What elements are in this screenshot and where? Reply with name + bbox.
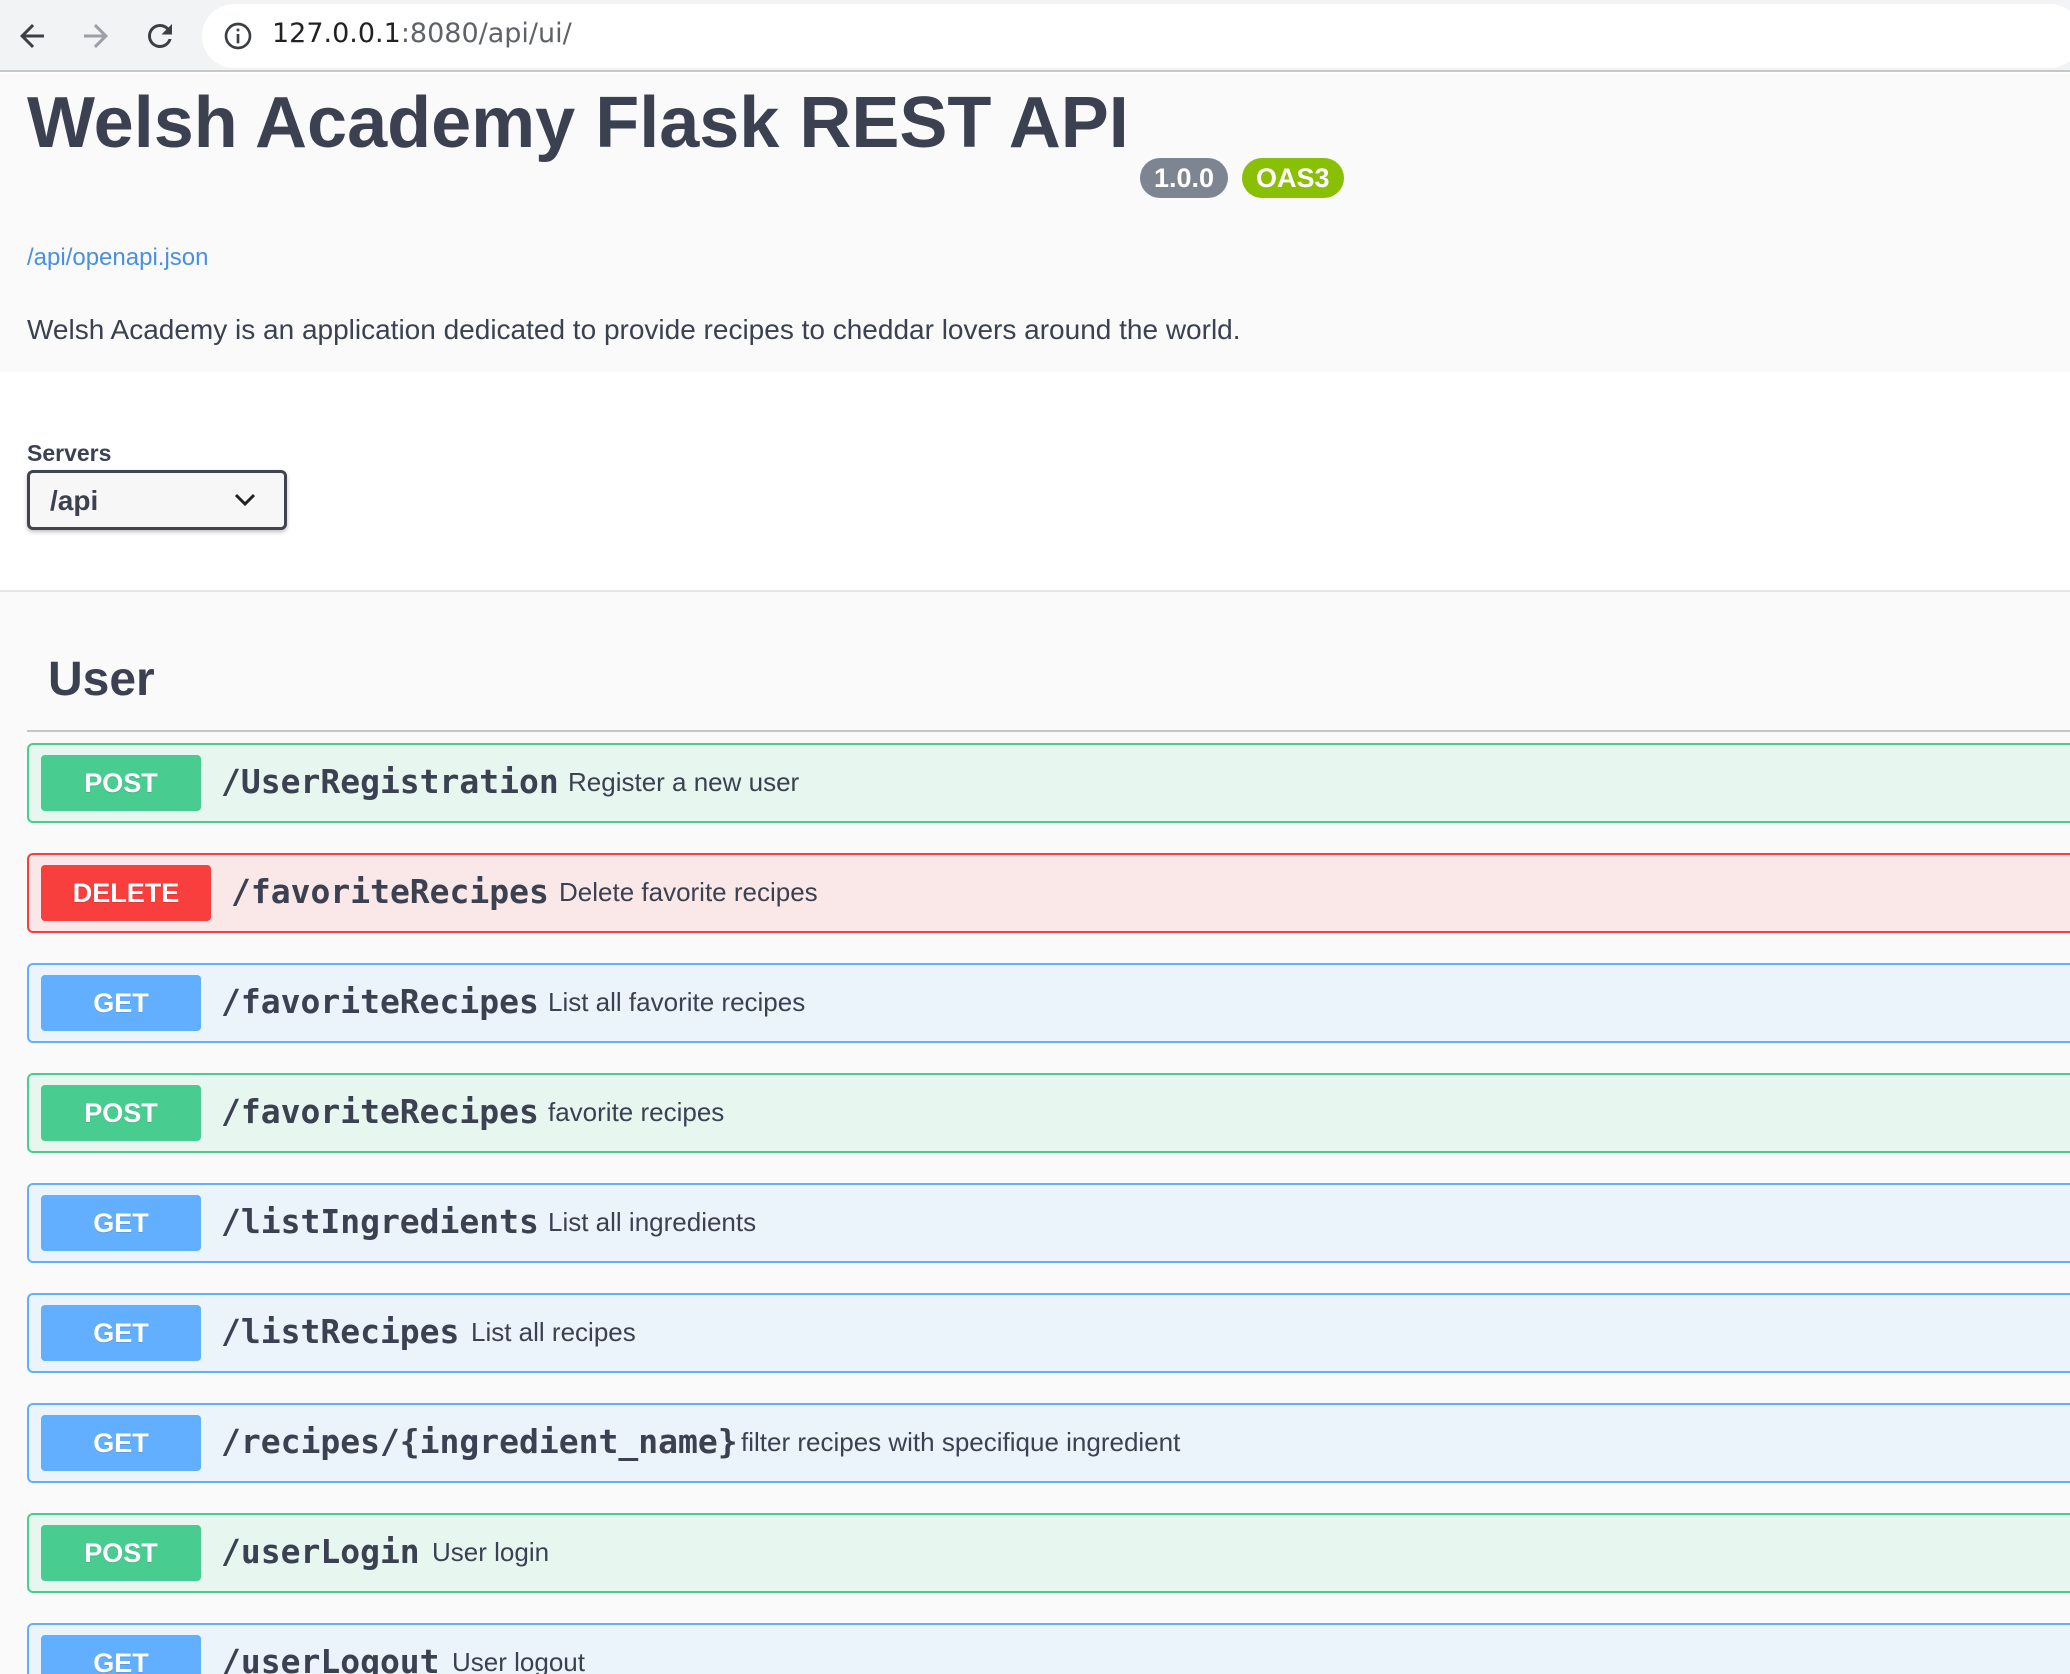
browser-toolbar: 127.0.0.1:8080/api/ui/ [0, 0, 2070, 72]
url-path: :8080/api/ui/ [400, 18, 572, 49]
method-badge: GET [41, 1195, 201, 1251]
opblock-delete-favoriterecipes[interactable]: DELETE /favoriteRecipes Delete favorite … [27, 853, 2070, 933]
opblock-get-favoriterecipes[interactable]: GET /favoriteRecipes List all favorite r… [27, 963, 2070, 1043]
operation-summary: List all favorite recipes [548, 987, 806, 1017]
url-host: 127.0.0.1 [272, 18, 401, 49]
operation-summary: filter recipes with specifique ingredien… [741, 1427, 1181, 1457]
page-title: Welsh Academy Flask REST API [27, 83, 1129, 163]
opblock-get-listingredients[interactable]: GET /listIngredients List all ingredient… [27, 1183, 2070, 1263]
operation-path: /favoriteRecipes [221, 982, 539, 1021]
method-badge: DELETE [41, 865, 211, 921]
api-description: Welsh Academy is an application dedicate… [27, 314, 1241, 345]
operation-summary: Delete favorite recipes [559, 877, 818, 907]
operation-path: /userLogout [221, 1642, 440, 1674]
opblock-get-recipes-by-ingredient[interactable]: GET /recipes/{ingredient_name} filter re… [27, 1403, 2070, 1483]
operation-path: /UserRegistration [221, 762, 559, 801]
method-badge: POST [41, 755, 201, 811]
servers-selected-value: /api [50, 485, 99, 516]
api-info: Welsh Academy Flask REST API 1.0.0 OAS3 … [0, 74, 2070, 372]
operation-path: /recipes/{ingredient_name} [221, 1422, 738, 1461]
version-badge: 1.0.0 [1140, 158, 1229, 198]
opblock-get-userlogout[interactable]: GET /userLogout User logout [27, 1623, 2070, 1674]
operation-summary: favorite recipes [548, 1097, 725, 1127]
operation-summary: User logout [452, 1647, 585, 1674]
operation-summary: User login [432, 1537, 550, 1567]
opblock-post-userregistration[interactable]: POST /UserRegistration Register a new us… [27, 743, 2070, 823]
operation-path: /listIngredients [221, 1202, 539, 1241]
operation-summary: Register a new user [568, 767, 800, 797]
oas-badge: OAS3 [1242, 158, 1344, 198]
operation-path: /userLogin [221, 1532, 420, 1571]
method-badge: GET [41, 1415, 201, 1471]
operation-summary: List all recipes [471, 1317, 636, 1347]
servers-label: Servers [27, 440, 112, 466]
servers-select[interactable]: /api [27, 470, 287, 530]
operation-path: /listRecipes [221, 1312, 460, 1351]
method-badge: GET [41, 1635, 201, 1674]
operation-path: /favoriteRecipes [221, 1092, 539, 1131]
operation-summary: List all ingredients [548, 1207, 757, 1237]
reload-icon [147, 23, 172, 48]
tag-divider [27, 730, 2070, 732]
address-bar[interactable]: 127.0.0.1:8080/api/ui/ [202, 4, 2070, 68]
opblock-post-userlogin[interactable]: POST /userLogin User login [27, 1513, 2070, 1593]
chevron-down-icon [234, 493, 256, 507]
arrow-left-icon [20, 24, 44, 48]
url-text[interactable]: 127.0.0.1:8080/api/ui/ [272, 18, 572, 49]
operations-section: User POST /UserRegistration Register a n… [0, 590, 2070, 1674]
back-button[interactable] [8, 12, 56, 60]
reload-button[interactable] [136, 12, 184, 60]
method-badge: POST [41, 1525, 201, 1581]
opblock-get-listrecipes[interactable]: GET /listRecipes List all recipes [27, 1293, 2070, 1373]
info-icon[interactable] [222, 20, 254, 52]
operation-path: /favoriteRecipes [231, 872, 549, 911]
arrow-right-icon [84, 24, 108, 48]
method-badge: GET [41, 1305, 201, 1361]
openapi-spec-link[interactable]: /api/openapi.json [27, 244, 208, 272]
forward-button[interactable] [72, 12, 120, 60]
method-badge: POST [41, 1085, 201, 1141]
method-badge: GET [41, 975, 201, 1031]
opblock-post-favoriterecipes[interactable]: POST /favoriteRecipes favorite recipes [27, 1073, 2070, 1153]
tag-title[interactable]: User [48, 652, 155, 707]
